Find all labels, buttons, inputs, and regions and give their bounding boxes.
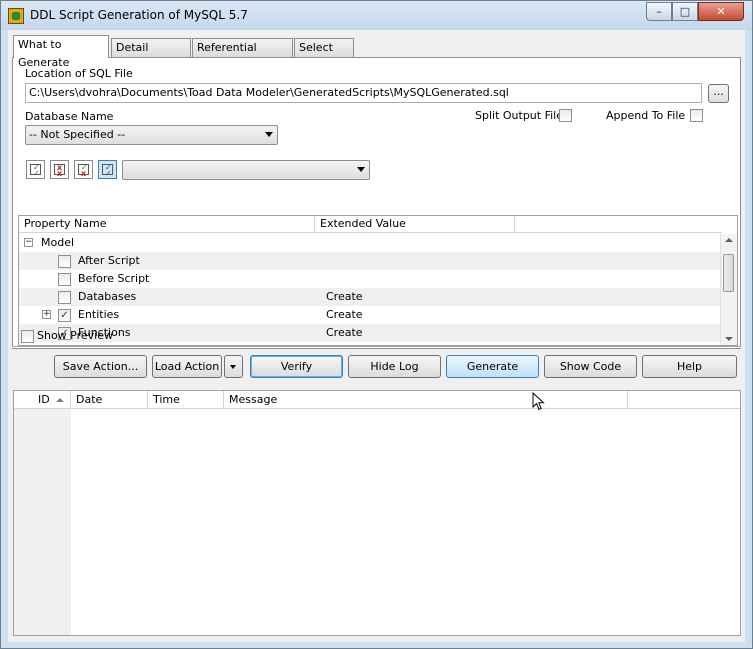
- database-name-label: Database Name: [25, 110, 114, 123]
- check-selected-icon[interactable]: ✓ ✓: [98, 160, 117, 179]
- grid-row-name: Entities: [78, 308, 120, 321]
- chevron-down-icon: [357, 167, 365, 172]
- append-to-file-label: Append To File: [606, 109, 686, 122]
- window-title: DDL Script Generation of MySQL 5.7: [30, 8, 248, 22]
- property-grid[interactable]: Property Name Extended Value − Model Aft…: [18, 215, 738, 346]
- grid-row-after-script[interactable]: After Script: [19, 252, 722, 270]
- load-action-dropdown[interactable]: [224, 355, 243, 378]
- column-header-id[interactable]: ID: [14, 391, 71, 409]
- maximize-button[interactable]: □: [672, 2, 698, 21]
- grid-row-model[interactable]: − Model: [19, 234, 722, 252]
- tab-detail-settings[interactable]: Detail Settings: [111, 38, 191, 72]
- column-header-message[interactable]: Message: [224, 391, 628, 409]
- show-preview-checkbox[interactable]: [21, 330, 34, 343]
- column-header-filler: [515, 216, 722, 233]
- show-code-button[interactable]: Show Code: [544, 355, 637, 378]
- scroll-down-icon[interactable]: [725, 337, 733, 341]
- browse-button[interactable]: ...: [708, 84, 729, 103]
- grid-row-value: Create: [326, 308, 363, 321]
- row-checkbox[interactable]: [58, 273, 71, 286]
- show-preview-label: Show Preview: [37, 329, 113, 342]
- save-action-button[interactable]: Save Action...: [54, 355, 147, 378]
- dialog-window: DDL Script Generation of MySQL 5.7 – □ ✕…: [0, 0, 753, 649]
- tab-panel: Location of SQL File C:\Users\dvohra\Doc…: [12, 57, 741, 349]
- load-action-button[interactable]: Load Action: [152, 355, 222, 378]
- uncheck-all-icon[interactable]: xx: [50, 160, 69, 179]
- column-header-extended-value[interactable]: Extended Value: [315, 216, 515, 233]
- split-output-label: Split Output File: [475, 109, 563, 122]
- grid-vertical-scrollbar[interactable]: [720, 234, 737, 345]
- verify-button[interactable]: Verify: [250, 355, 343, 378]
- grid-row-value: Create: [326, 326, 363, 339]
- close-button[interactable]: ✕: [698, 2, 744, 21]
- log-id-column: [14, 409, 71, 635]
- tab-select-list[interactable]: Select List: [294, 38, 354, 72]
- grid-row-functions[interactable]: ✓ Functions Create: [19, 324, 722, 342]
- grid-row-databases[interactable]: Databases Create: [19, 288, 722, 306]
- property-filter-select[interactable]: [122, 160, 370, 180]
- minimize-button[interactable]: –: [646, 2, 672, 21]
- invert-check-icon[interactable]: ✓ x: [74, 160, 93, 179]
- tab-referential-integrity[interactable]: Referential Integrity: [192, 38, 293, 72]
- check-all-icon[interactable]: ✓ ✓: [26, 160, 45, 179]
- scroll-up-icon[interactable]: [725, 238, 733, 242]
- help-button[interactable]: Help: [642, 355, 737, 378]
- title-bar[interactable]: DDL Script Generation of MySQL 5.7 – □ ✕: [1, 1, 752, 30]
- chevron-down-icon: [230, 365, 236, 369]
- sql-file-path-input[interactable]: C:\Users\dvohra\Documents\Toad Data Mode…: [25, 83, 702, 103]
- column-header-date[interactable]: Date: [71, 391, 148, 409]
- database-name-value: -- Not Specified --: [29, 128, 126, 141]
- grid-row-name: Databases: [78, 290, 137, 303]
- database-name-select[interactable]: -- Not Specified --: [25, 125, 278, 145]
- grid-row-name: Model: [41, 236, 75, 249]
- append-to-file-checkbox[interactable]: [690, 109, 703, 122]
- scroll-thumb[interactable]: [723, 254, 734, 292]
- row-checkbox[interactable]: [58, 291, 71, 304]
- mouse-cursor-icon: [532, 392, 545, 411]
- dialog-client: What to Generate Detail Settings Referen…: [8, 30, 745, 642]
- column-header-property-name[interactable]: Property Name: [19, 216, 315, 233]
- expand-icon[interactable]: +: [42, 310, 51, 319]
- grid-row-entities[interactable]: + ✓ Entities Create: [19, 306, 722, 324]
- column-header-id-label: ID: [38, 393, 50, 406]
- row-checkbox[interactable]: [58, 255, 71, 268]
- column-header-filler: [628, 391, 740, 409]
- log-list[interactable]: ID Date Time Message: [13, 390, 741, 636]
- grid-row-before-script[interactable]: Before Script: [19, 270, 722, 288]
- app-icon: [8, 8, 24, 24]
- grid-row-value: Create: [326, 290, 363, 303]
- collapse-icon[interactable]: −: [24, 238, 33, 247]
- sort-ascending-icon: [56, 398, 64, 402]
- grid-row-name: After Script: [78, 254, 140, 267]
- grid-row-name: Before Script: [78, 272, 150, 285]
- row-checkbox[interactable]: ✓: [58, 309, 71, 322]
- separator: [12, 346, 741, 348]
- column-header-time[interactable]: Time: [148, 391, 224, 409]
- hide-log-button[interactable]: Hide Log: [348, 355, 441, 378]
- split-output-checkbox[interactable]: [559, 109, 572, 122]
- chevron-down-icon: [265, 132, 273, 137]
- tab-what-to-generate[interactable]: What to Generate: [13, 35, 109, 69]
- generate-button[interactable]: Generate: [446, 355, 539, 378]
